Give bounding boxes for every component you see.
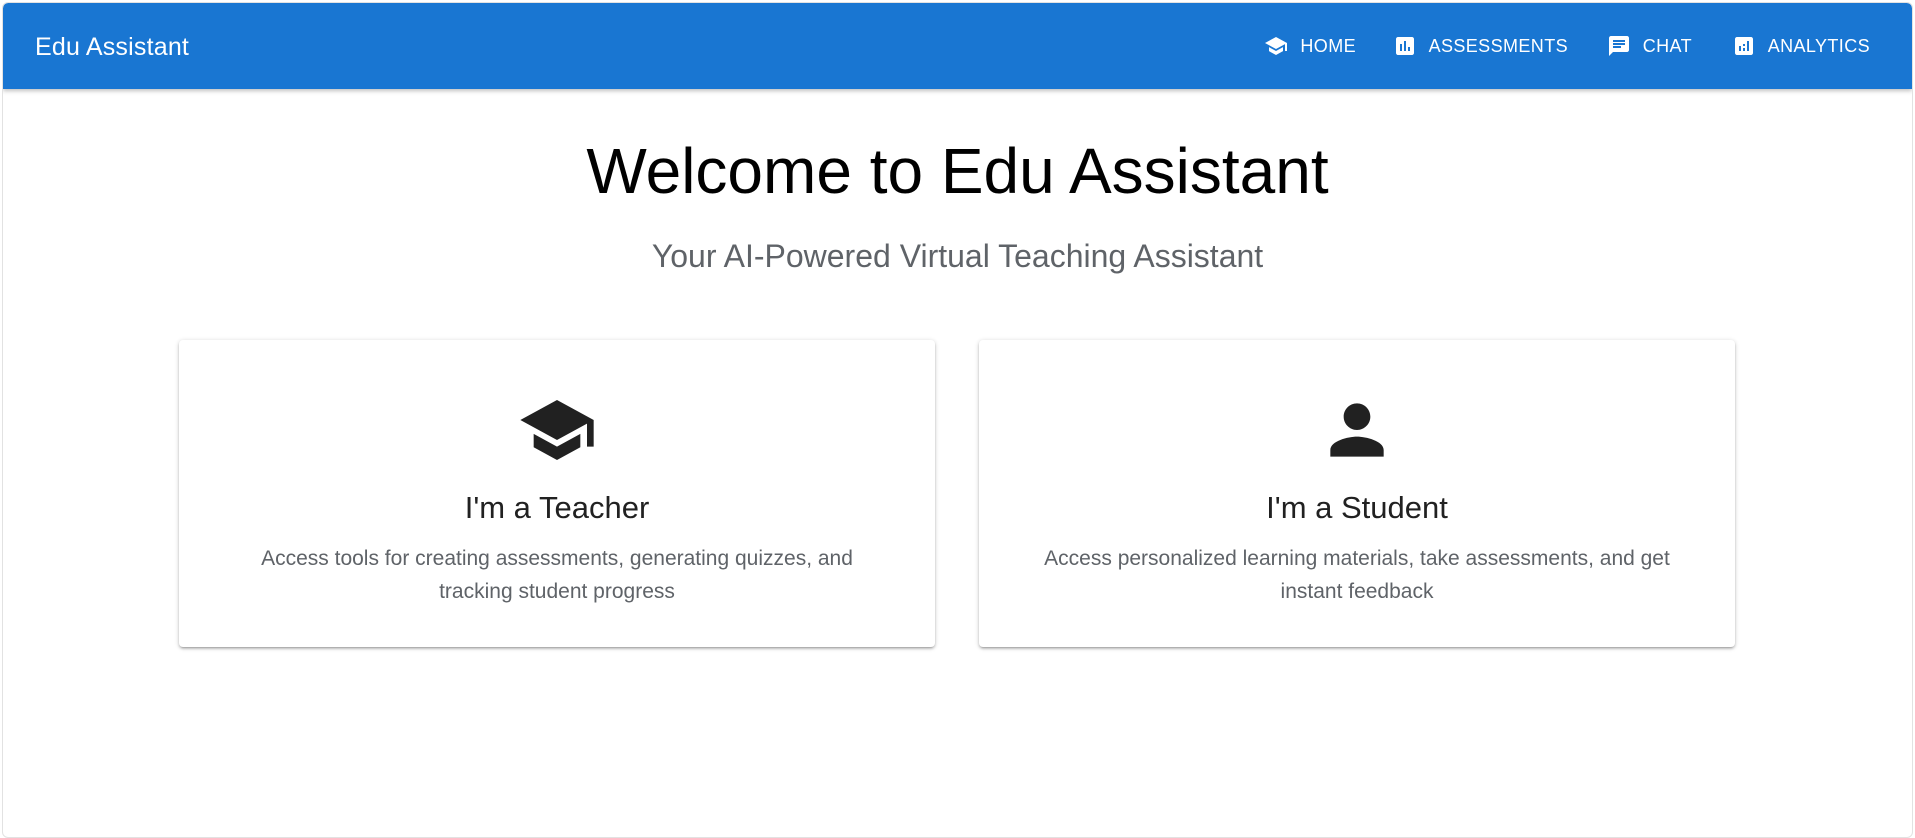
page-subtitle: Your AI-Powered Virtual Teaching Assista…	[651, 238, 1264, 274]
teacher-card-title: I'm a Teacher	[464, 490, 650, 525]
nav-assessments-button[interactable]: ASSESSMENTS	[1393, 3, 1568, 89]
teacher-card[interactable]: I'm a Teacher Access tools for creating …	[179, 340, 935, 647]
person-icon	[1317, 390, 1397, 470]
assessment-icon	[1393, 34, 1417, 58]
nav-analytics-label: ANALYTICS	[1767, 35, 1870, 56]
page-title: Welcome to Edu Assistant	[586, 135, 1329, 207]
nav-home-label: HOME	[1300, 35, 1356, 56]
nav-chat-button[interactable]: CHAT	[1607, 3, 1692, 89]
nav-analytics-button[interactable]: ANALYTICS	[1732, 3, 1870, 89]
nav-assessments-label: ASSESSMENTS	[1428, 35, 1568, 56]
nav-chat-label: CHAT	[1642, 35, 1692, 56]
chat-icon	[1607, 34, 1631, 58]
analytics-icon	[1732, 34, 1756, 58]
nav-home-button[interactable]: HOME	[1264, 3, 1356, 89]
teacher-card-description: Access tools for creating assessments, g…	[261, 547, 853, 603]
student-card[interactable]: I'm a Student Access personalized learni…	[979, 340, 1735, 647]
app-window: Edu Assistant HOME ASSESSMENTS CHAT ANAL…	[2, 2, 1913, 838]
app-bar: Edu Assistant HOME ASSESSMENTS CHAT ANAL…	[3, 3, 1912, 89]
student-card-description: Access personalized learning materials, …	[1044, 547, 1670, 603]
graduation-cap-icon	[1264, 34, 1288, 58]
graduation-cap-icon	[517, 390, 597, 470]
app-title[interactable]: Edu Assistant	[35, 31, 189, 63]
student-card-title: I'm a Student	[1266, 490, 1448, 525]
